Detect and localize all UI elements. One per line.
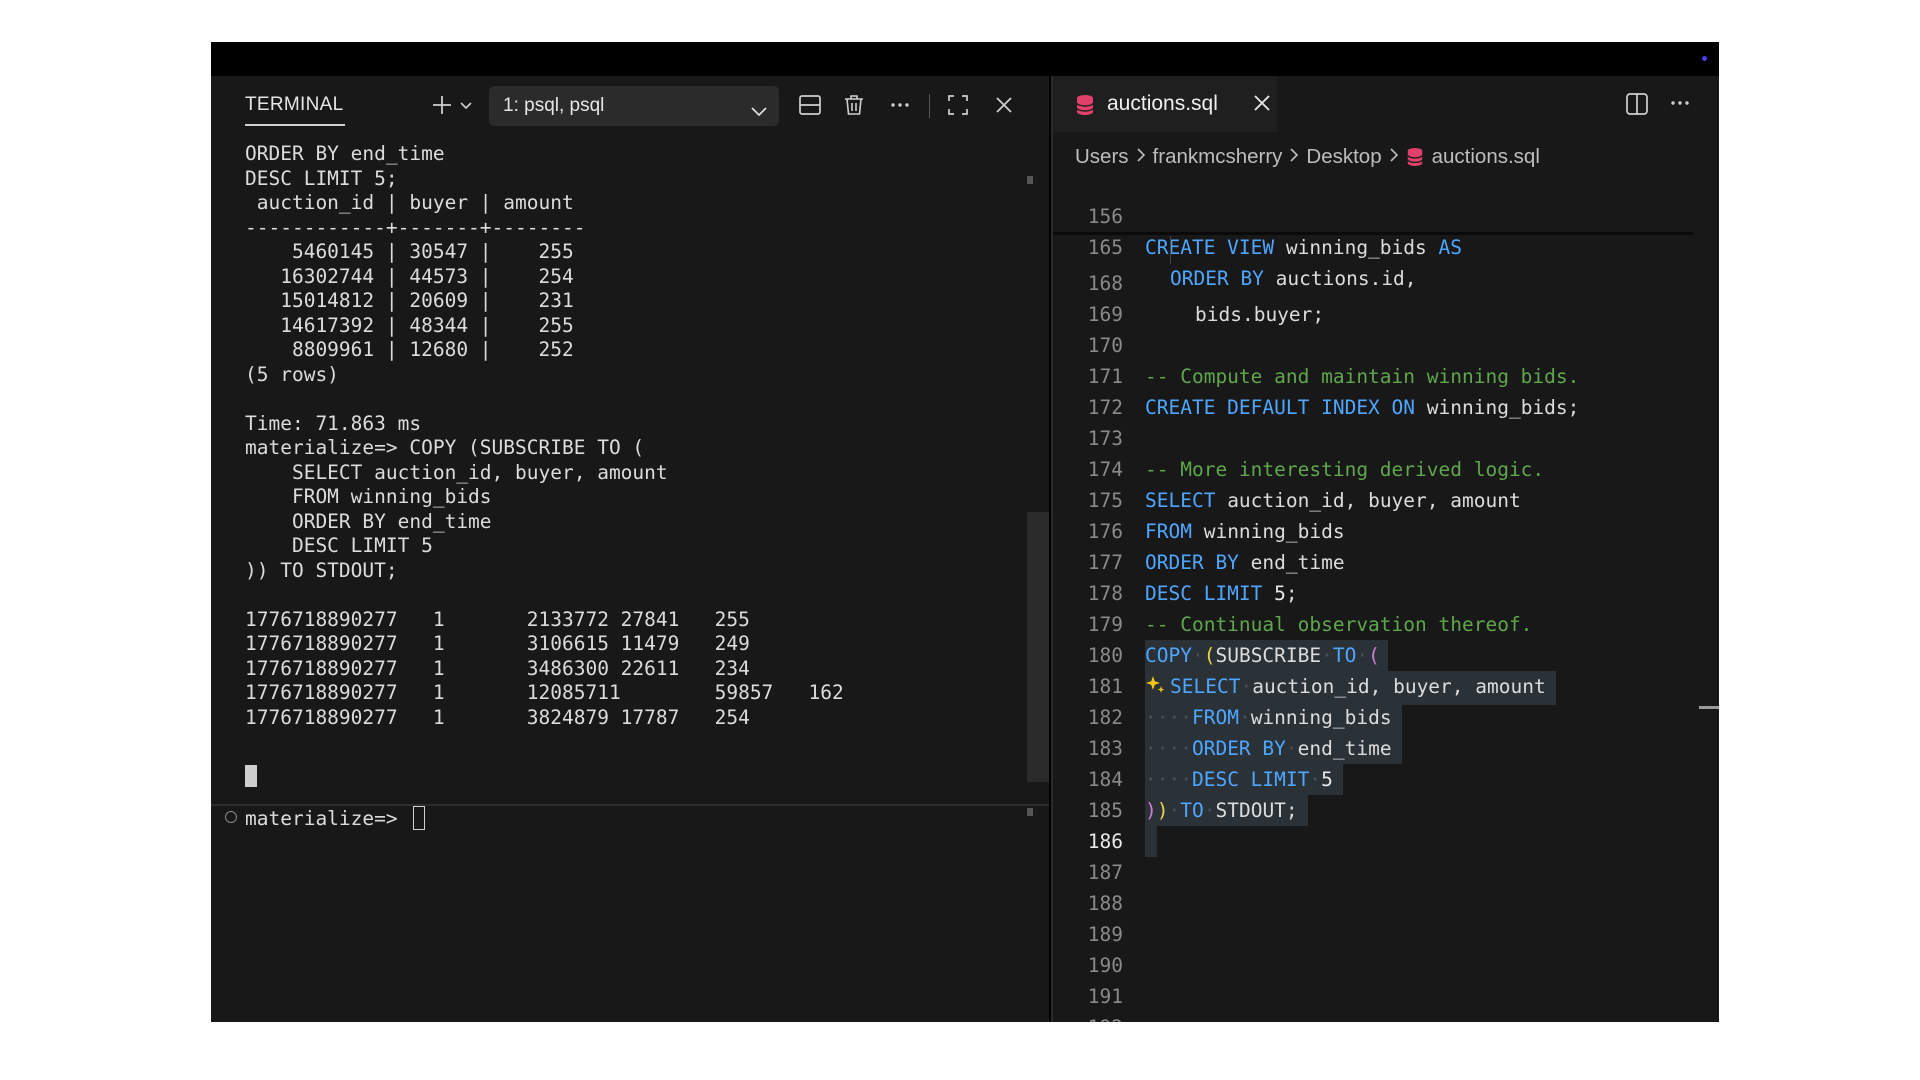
- sticky-scroll-shadow: [1053, 232, 1693, 235]
- terminal-line: 16302744 | 44573 | 254: [245, 264, 574, 288]
- breadcrumb-item[interactable]: Users: [1075, 142, 1129, 172]
- breadcrumb: Users frankmcsherry Desktop auctions.sql: [1075, 142, 1540, 172]
- tab-terminal[interactable]: TERMINAL: [245, 88, 343, 122]
- code-line: 168 bids.buyer;: [1053, 237, 1713, 326]
- code-line: 176 ORDER BY end_time: [1053, 485, 1713, 574]
- code-line: 191: [1053, 950, 1713, 1008]
- code-line: 187: [1053, 826, 1713, 884]
- chevron-down-icon: [749, 96, 769, 136]
- command-status-icon: [225, 811, 237, 823]
- code-line: 182 ····ORDER BY·end_time: [1053, 671, 1713, 764]
- editor-tab-bar: auctions.sql: [1053, 76, 1719, 132]
- terminal-line: auction_id | buyer | amount: [245, 191, 574, 214]
- chevron-right-icon: [1289, 142, 1299, 172]
- code-line: 184 ))·TO·STDOUT;: [1053, 733, 1713, 826]
- terminal-line: FROM winning_bids: [245, 485, 492, 508]
- code-line: 178 -- Continual observation thereof.: [1053, 547, 1713, 636]
- scrollbar-position-marker[interactable]: [1699, 706, 1719, 709]
- terminal-line: (5 rows): [245, 362, 339, 386]
- terminal-line: SELECT auction_id, buyer, amount: [245, 460, 668, 484]
- database-icon: [1075, 94, 1095, 121]
- terminal-line: 1776718890277 1 2133772 27841 255: [245, 607, 750, 631]
- breadcrumb-item[interactable]: frankmcsherry: [1153, 142, 1283, 172]
- split-terminal-icon[interactable]: [795, 90, 825, 120]
- code-line: 173 -- More interesting derived logic.: [1053, 392, 1713, 481]
- terminal-line: 1776718890277 1 3824879 17787 254: [245, 705, 750, 729]
- split-editor-icon[interactable]: [1625, 92, 1649, 121]
- code-line: 175 FROM winning_bids: [1053, 454, 1713, 543]
- code-line: 185: [1053, 764, 1713, 857]
- terminal-line: 8809961 | 12680 | 252: [245, 338, 574, 361]
- more-icon[interactable]: [1669, 92, 1691, 120]
- code-line: 188: [1053, 857, 1713, 915]
- status-dot: [1702, 56, 1707, 61]
- close-icon[interactable]: [1251, 92, 1273, 119]
- terminal-line: 15014812 | 20609 | 231: [245, 289, 574, 312]
- code-line: 179 COPY·(SUBSCRIBE·TO·(: [1053, 578, 1713, 671]
- terminal-line: 1776718890277 1 3486300 22611 234: [245, 656, 750, 680]
- terminal-line: DESC LIMIT 5: [245, 534, 433, 557]
- terminal-input[interactable]: materialize=>: [245, 804, 426, 834]
- editor-panel: auctions.sql Users frankmcsherry Desktop: [1051, 76, 1719, 1022]
- code-line: 170 -- Compute and maintain winning bids…: [1053, 299, 1713, 388]
- code-line: 156 CREATE VIEW winning_bids AS: [1053, 170, 1713, 259]
- app-window: TERMINAL 1: psql, psql ORDER BY end_time…: [211, 42, 1719, 1022]
- terminal-line: 14617392 | 48344 | 255: [245, 313, 574, 337]
- code-line: 172: [1053, 361, 1713, 419]
- terminal-session-label: 1: psql, psql: [503, 95, 605, 116]
- terminal-session-select[interactable]: 1: psql, psql: [489, 86, 779, 126]
- code-line: 180 SELECT·auction_id, buyer, amount: [1053, 609, 1713, 705]
- terminal-line: 5460145 | 30547 | 255: [245, 240, 574, 263]
- code-line: 177 DESC LIMIT 5;: [1053, 516, 1713, 605]
- code-line: 192: [1053, 981, 1713, 1022]
- maximize-icon[interactable]: [943, 90, 973, 120]
- code-line: 174 SELECT auction_id, buyer, amount: [1053, 423, 1713, 512]
- tab-label: auctions.sql: [1107, 92, 1218, 115]
- terminal-panel: TERMINAL 1: psql, psql ORDER BY end_time…: [211, 76, 1049, 1022]
- terminal-line: ORDER BY end_time: [245, 509, 492, 533]
- code-line: 169: [1053, 268, 1713, 326]
- terminal-cursor: [245, 765, 257, 787]
- terminal-line: ------------+-------+--------: [245, 215, 586, 239]
- code-line: 165 ORDER BY auctions.id,: [1053, 201, 1713, 290]
- code-line: 181 ····FROM·winning_bids: [1053, 640, 1713, 733]
- line-number: 192: [1053, 1012, 1123, 1022]
- trash-icon[interactable]: [839, 90, 869, 120]
- breadcrumb-item[interactable]: Desktop: [1306, 142, 1381, 172]
- active-tab-indicator: [245, 124, 345, 126]
- terminal-scrollbar-thumb[interactable]: [1027, 512, 1049, 782]
- code-line: 171 CREATE DEFAULT INDEX ON winning_bids…: [1053, 330, 1713, 419]
- terminal-line: )) TO STDOUT;: [245, 558, 398, 582]
- terminal-header: TERMINAL 1: psql, psql: [211, 76, 1049, 130]
- prompt-text: materialize=>: [245, 807, 410, 830]
- chevron-right-icon: [1136, 142, 1146, 172]
- input-cursor: [413, 806, 426, 830]
- scrollbar-arrow[interactable]: [1027, 808, 1033, 816]
- chevron-down-icon[interactable]: [451, 90, 481, 120]
- code-line: 186: [1053, 795, 1713, 853]
- terminal-line: ORDER BY end_time: [245, 142, 445, 165]
- chevron-right-icon: [1389, 142, 1399, 172]
- terminal-output: ORDER BY end_time DESC LIMIT 5; auction_…: [245, 142, 1025, 730]
- terminal-line: DESC LIMIT 5;: [245, 166, 398, 190]
- title-bar: [211, 42, 1719, 76]
- code-line: 190: [1053, 919, 1713, 977]
- terminal-line: 1776718890277 1 12085711 59857 162: [245, 681, 844, 704]
- code-line: 189: [1053, 888, 1713, 946]
- terminal-line: Time: 71.863 ms: [245, 411, 422, 435]
- close-icon[interactable]: [989, 90, 1019, 120]
- database-icon: [1406, 147, 1424, 167]
- toolbar-separator: [929, 94, 930, 118]
- terminal-line: materialize=> COPY (SUBSCRIBE TO (: [245, 436, 645, 459]
- scrollbar-arrow[interactable]: [1027, 176, 1033, 184]
- more-icon[interactable]: [885, 90, 915, 120]
- terminal-line: 1776718890277 1 3106615 11479 249: [245, 632, 750, 655]
- code-line: 183 ····DESC LIMIT·5: [1053, 702, 1713, 795]
- tab-auctions-sql[interactable]: auctions.sql: [1053, 76, 1277, 132]
- breadcrumb-item[interactable]: auctions.sql: [1432, 142, 1540, 172]
